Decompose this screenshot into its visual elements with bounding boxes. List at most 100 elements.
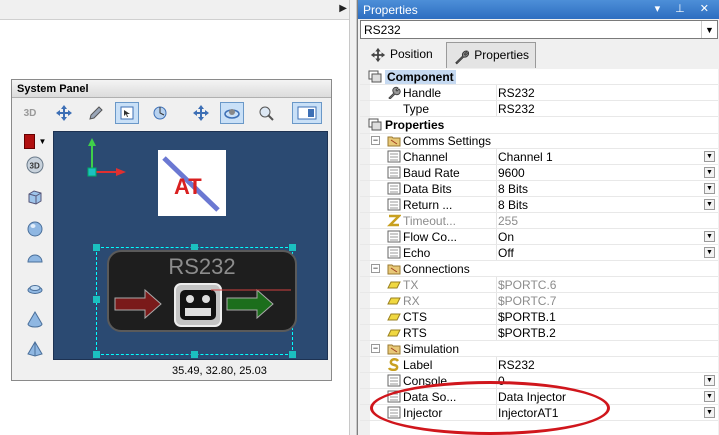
zoom-icon[interactable] <box>254 102 278 124</box>
select-tool-icon[interactable] <box>115 102 139 124</box>
properties-tabs: Position Properties <box>360 42 718 68</box>
hemisphere-icon[interactable] <box>22 248 48 270</box>
list-icon <box>387 198 401 211</box>
property-row[interactable]: RX $PORTC.7 <box>360 293 718 309</box>
injector-logo-image[interactable]: AT <box>158 150 226 216</box>
axis-gizmo-icon <box>87 138 126 177</box>
serial-connector-icon <box>114 283 291 327</box>
property-row[interactable]: Flow Co... On ▼ <box>360 229 718 245</box>
property-value[interactable]: On <box>496 229 718 244</box>
collapse-toggle-icon[interactable]: − <box>371 344 380 353</box>
property-name: Connections <box>403 262 470 276</box>
property-value[interactable]: 8 Bits <box>496 181 718 196</box>
cube-icon[interactable] <box>22 186 48 208</box>
color-swatch[interactable]: ▼ <box>22 130 48 152</box>
rotate-view-icon[interactable] <box>148 102 172 124</box>
chevron-down-icon[interactable]: ▼ <box>701 21 717 38</box>
property-name: Echo <box>403 246 431 260</box>
move-view-icon[interactable] <box>189 102 213 124</box>
chevron-down-icon[interactable]: ▼ <box>704 391 715 402</box>
pin-icon <box>387 310 401 323</box>
property-value[interactable]: 9600 <box>496 165 718 180</box>
shape-toolbar: ▼ 3D <box>16 130 52 363</box>
property-row[interactable]: Data Bits 8 Bits ▼ <box>360 181 718 197</box>
panel-toggle-icon[interactable] <box>292 102 322 124</box>
list-icon <box>387 182 401 195</box>
property-row[interactable]: Baud Rate 9600 ▼ <box>360 165 718 181</box>
property-value[interactable]: $PORTB.1 <box>496 309 718 324</box>
list-icon <box>387 246 401 259</box>
orbit-icon[interactable] <box>220 102 244 124</box>
property-value[interactable]: 8 Bits <box>496 197 718 212</box>
view-3d-button[interactable]: 3D <box>18 102 42 124</box>
disc-icon[interactable] <box>22 278 48 300</box>
property-value[interactable]: Off <box>496 245 718 260</box>
workspace-header: ▶ <box>0 0 357 20</box>
property-name: Channel <box>403 150 448 164</box>
chevron-down-icon[interactable]: ▼ <box>704 151 715 162</box>
property-value[interactable]: RS232 <box>496 357 718 372</box>
property-row[interactable]: CTS $PORTB.1 <box>360 309 718 325</box>
coordinates-readout: 35.49, 32.80, 25.03 <box>172 365 267 377</box>
chevron-down-icon[interactable]: ▼ <box>704 407 715 418</box>
rs232-component[interactable]: RS232 <box>107 250 297 332</box>
collapse-toggle-icon[interactable]: − <box>371 264 380 273</box>
category-icon <box>368 70 382 83</box>
property-row[interactable]: RTS $PORTB.2 <box>360 325 718 341</box>
chevron-down-icon[interactable]: ▼ <box>704 199 715 210</box>
property-row[interactable]: − Comms Settings <box>360 133 718 149</box>
chevron-down-icon[interactable]: ▼ <box>704 167 715 178</box>
chevron-down-icon[interactable]: ▼ <box>704 247 715 258</box>
tab-properties[interactable]: Properties <box>446 42 536 68</box>
component-select[interactable]: RS232 ▼ <box>360 20 718 39</box>
property-row[interactable]: Return ... 8 Bits ▼ <box>360 197 718 213</box>
svg-text:AT: AT <box>174 174 202 199</box>
property-row[interactable]: Component <box>360 69 718 85</box>
chevron-down-icon[interactable]: ▼ <box>704 183 715 194</box>
title-buttons[interactable]: ▾ ⊥ ✕ <box>655 2 715 15</box>
move-icon <box>370 47 386 63</box>
panel-splitter[interactable] <box>349 0 357 435</box>
property-name: Flow Co... <box>403 230 458 244</box>
property-value[interactable]: Channel 1 <box>496 149 718 164</box>
property-name: Timeout... <box>403 214 456 228</box>
pyramid-icon[interactable] <box>22 338 48 360</box>
property-row[interactable]: Label RS232 <box>360 357 718 373</box>
property-value[interactable]: RS232 <box>496 85 718 100</box>
folder-icon <box>387 262 401 275</box>
property-row[interactable]: Echo Off ▼ <box>360 245 718 261</box>
tree-line <box>387 102 401 115</box>
property-name: RX <box>403 294 420 308</box>
property-row[interactable]: Properties <box>360 117 718 134</box>
chevron-down-icon[interactable]: ▼ <box>704 375 715 386</box>
tab-position[interactable]: Position <box>364 42 442 68</box>
collapse-arrow-icon[interactable]: ▶ <box>339 3 347 14</box>
property-row[interactable]: Type RS232 <box>360 101 718 117</box>
system-panel-title: System Panel <box>12 80 331 98</box>
chevron-down-icon[interactable]: ▼ <box>704 231 715 242</box>
design-canvas[interactable]: AT RS232 <box>53 131 328 360</box>
property-name: RTS <box>403 326 427 340</box>
sphere-3d-icon[interactable]: 3D <box>22 154 48 176</box>
property-row[interactable]: − Simulation <box>360 341 718 357</box>
pencil-icon[interactable] <box>84 102 108 124</box>
property-value[interactable]: $PORTB.2 <box>496 325 718 340</box>
property-row[interactable]: Channel Channel 1 ▼ <box>360 149 718 165</box>
property-name: Comms Settings <box>403 134 492 148</box>
pan-icon[interactable] <box>52 102 76 124</box>
property-row[interactable]: TX $PORTC.6 <box>360 277 718 293</box>
tab-position-label: Position <box>390 47 433 61</box>
property-value: $PORTC.7 <box>496 293 718 308</box>
sphere-icon[interactable] <box>22 218 48 240</box>
category-icon <box>368 118 382 131</box>
collapse-toggle-icon[interactable]: − <box>371 136 380 145</box>
cone-icon[interactable] <box>22 308 48 330</box>
property-row[interactable]: Handle RS232 <box>360 85 718 101</box>
property-row[interactable]: − Connections <box>360 261 718 277</box>
properties-panel: Properties ▾ ⊥ ✕ RS232 ▼ Position Proper… <box>357 0 719 435</box>
list-icon <box>387 166 401 179</box>
property-value[interactable]: RS232 <box>496 101 718 116</box>
property-row[interactable]: Timeout... 255 <box>360 213 718 229</box>
system-panel: System Panel 3D ▼ 3D AT RS232 35.49, 32.… <box>11 79 332 381</box>
property-name: Properties <box>385 118 445 132</box>
